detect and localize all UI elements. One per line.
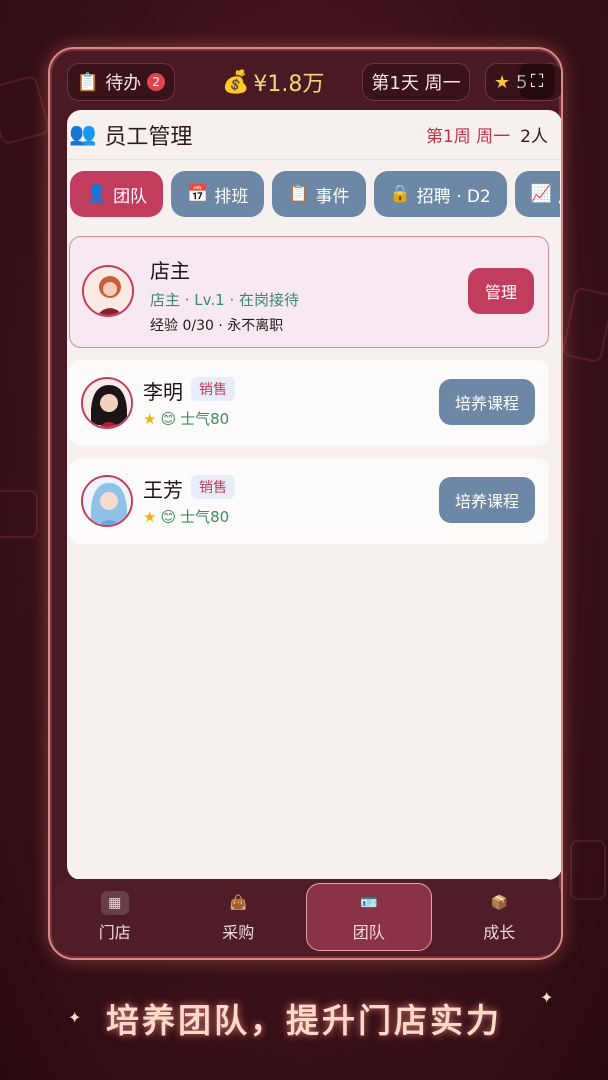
training-button[interactable]: 培养课程: [439, 379, 535, 425]
slogan-text: 培养团队，提升门店实力: [106, 1001, 502, 1040]
role-tag: 销售: [191, 377, 235, 401]
panel-meta: 第1周 周一 2人: [426, 122, 548, 147]
day-indicator[interactable]: 第1天 周一: [362, 63, 470, 101]
background-doodle: [0, 74, 51, 146]
top-bar: 📋 待办 2 💰 ¥1.8万 第1天 周一 ★ 5 ⛶: [50, 49, 561, 111]
staff-panel: 👥 员工管理 第1周 周一 2人 👤 团队 📅 排班 📋 事件 🔒 招聘 · D…: [67, 110, 561, 880]
clipboard-icon: 📋: [288, 184, 310, 204]
morale-row: ★ 😊 士气80: [143, 506, 229, 527]
clipboard-icon: 📋: [76, 71, 100, 93]
nav-item-purchase[interactable]: 👜 采购: [177, 879, 301, 955]
people-icon: 👥: [69, 122, 97, 147]
tab-team[interactable]: 👤 团队: [70, 171, 164, 217]
todo-button[interactable]: 📋 待办 2: [67, 63, 175, 101]
week-label: 第1周 周一: [425, 127, 511, 147]
nav-item-growth[interactable]: 📦 成长: [438, 879, 562, 955]
headcount-label: 2人: [520, 127, 548, 147]
smile-icon: 😊: [160, 409, 177, 428]
owner-name: 店主: [150, 259, 190, 283]
employee-name: 王芳: [143, 478, 183, 502]
nav-label: 门店: [98, 923, 131, 942]
role-tag: 销售: [191, 475, 235, 499]
nav-label: 采购: [222, 923, 255, 942]
smile-icon: 😊: [160, 507, 177, 526]
avatar: [81, 377, 133, 429]
tab-label: 招聘 · D2: [416, 186, 491, 207]
bag-icon: 👜: [229, 895, 247, 911]
panel-header: 👥 员工管理 第1周 周一 2人: [67, 110, 561, 160]
training-button[interactable]: 培养课程: [439, 477, 535, 523]
tab-label: 成长: [558, 182, 560, 207]
tab-recruit[interactable]: 🔒 招聘 · D2: [373, 171, 507, 217]
tab-events[interactable]: 📋 事件: [272, 171, 366, 217]
nav-label: 成长: [483, 923, 516, 942]
owner-exp: 经验 0/30 · 永不离职: [150, 318, 284, 334]
background-doodle: [561, 286, 608, 364]
chart-icon: 📈: [530, 184, 552, 204]
morale-value: 士气80: [180, 410, 230, 428]
tab-bar: 👤 团队 📅 排班 📋 事件 🔒 招聘 · D2 📈 成长: [70, 171, 560, 217]
avatar: [82, 265, 134, 317]
page-title-text: 员工管理: [104, 124, 193, 150]
money-bag-icon: 💰: [222, 69, 250, 95]
nav-label: 团队: [352, 923, 385, 942]
background-doodle: [0, 490, 38, 538]
todo-label: 待办: [105, 73, 142, 94]
manage-button[interactable]: 管理: [468, 268, 534, 314]
nav-item-store[interactable]: ▦ 门店: [53, 879, 177, 955]
person-icon: 👤: [86, 184, 108, 204]
tab-label: 团队: [113, 186, 148, 207]
money-value: ¥1.8万: [253, 72, 325, 97]
owner-info: 店主 · Lv.1 · 在岗接待: [150, 291, 299, 309]
money-display: 💰 ¥1.8万: [222, 63, 324, 101]
tab-growth[interactable]: 📈 成长: [514, 171, 560, 217]
tab-label: 事件: [315, 186, 350, 207]
page-title: 👥 员工管理: [69, 119, 192, 151]
todo-count-badge: 2: [147, 73, 166, 91]
tab-label: 排班: [214, 186, 249, 207]
star-icon: ★: [143, 507, 157, 526]
calendar-icon: 📅: [187, 184, 209, 204]
list-item: 王芳 销售 ★ 😊 士气80 培养课程: [69, 458, 549, 544]
employee-name: 李明: [143, 380, 183, 404]
growth-icon: 📦: [490, 895, 508, 911]
sparkle-icon: ✦: [540, 988, 554, 1007]
owner-card: 店主 店主 · Lv.1 · 在岗接待 经验 0/30 · 永不离职 管理: [69, 236, 549, 348]
fullscreen-icon[interactable]: ⛶: [519, 63, 555, 99]
bottom-nav: ▦ 门店 👜 采购 🪪 团队 📦 成长: [53, 879, 561, 955]
app-window: 📋 待办 2 💰 ¥1.8万 第1天 周一 ★ 5 ⛶ 👥 员工管理 第1周 周…: [48, 47, 563, 960]
star-icon: ★: [143, 409, 157, 428]
nav-item-team[interactable]: 🪪 团队: [306, 883, 432, 951]
avatar: [81, 475, 133, 527]
morale-row: ★ 😊 士气80: [143, 408, 229, 429]
tab-schedule[interactable]: 📅 排班: [171, 171, 265, 217]
morale-value: 士气80: [180, 508, 230, 526]
store-icon: ▦: [100, 891, 129, 915]
star-icon: ★: [494, 71, 511, 93]
list-item: 李明 销售 ★ 😊 士气80 培养课程: [69, 360, 549, 446]
day-label: 第1天 周一: [371, 73, 461, 94]
background-doodle: [570, 840, 606, 900]
badge-icon: 🪪: [360, 895, 378, 911]
lock-icon: 🔒: [389, 184, 411, 204]
